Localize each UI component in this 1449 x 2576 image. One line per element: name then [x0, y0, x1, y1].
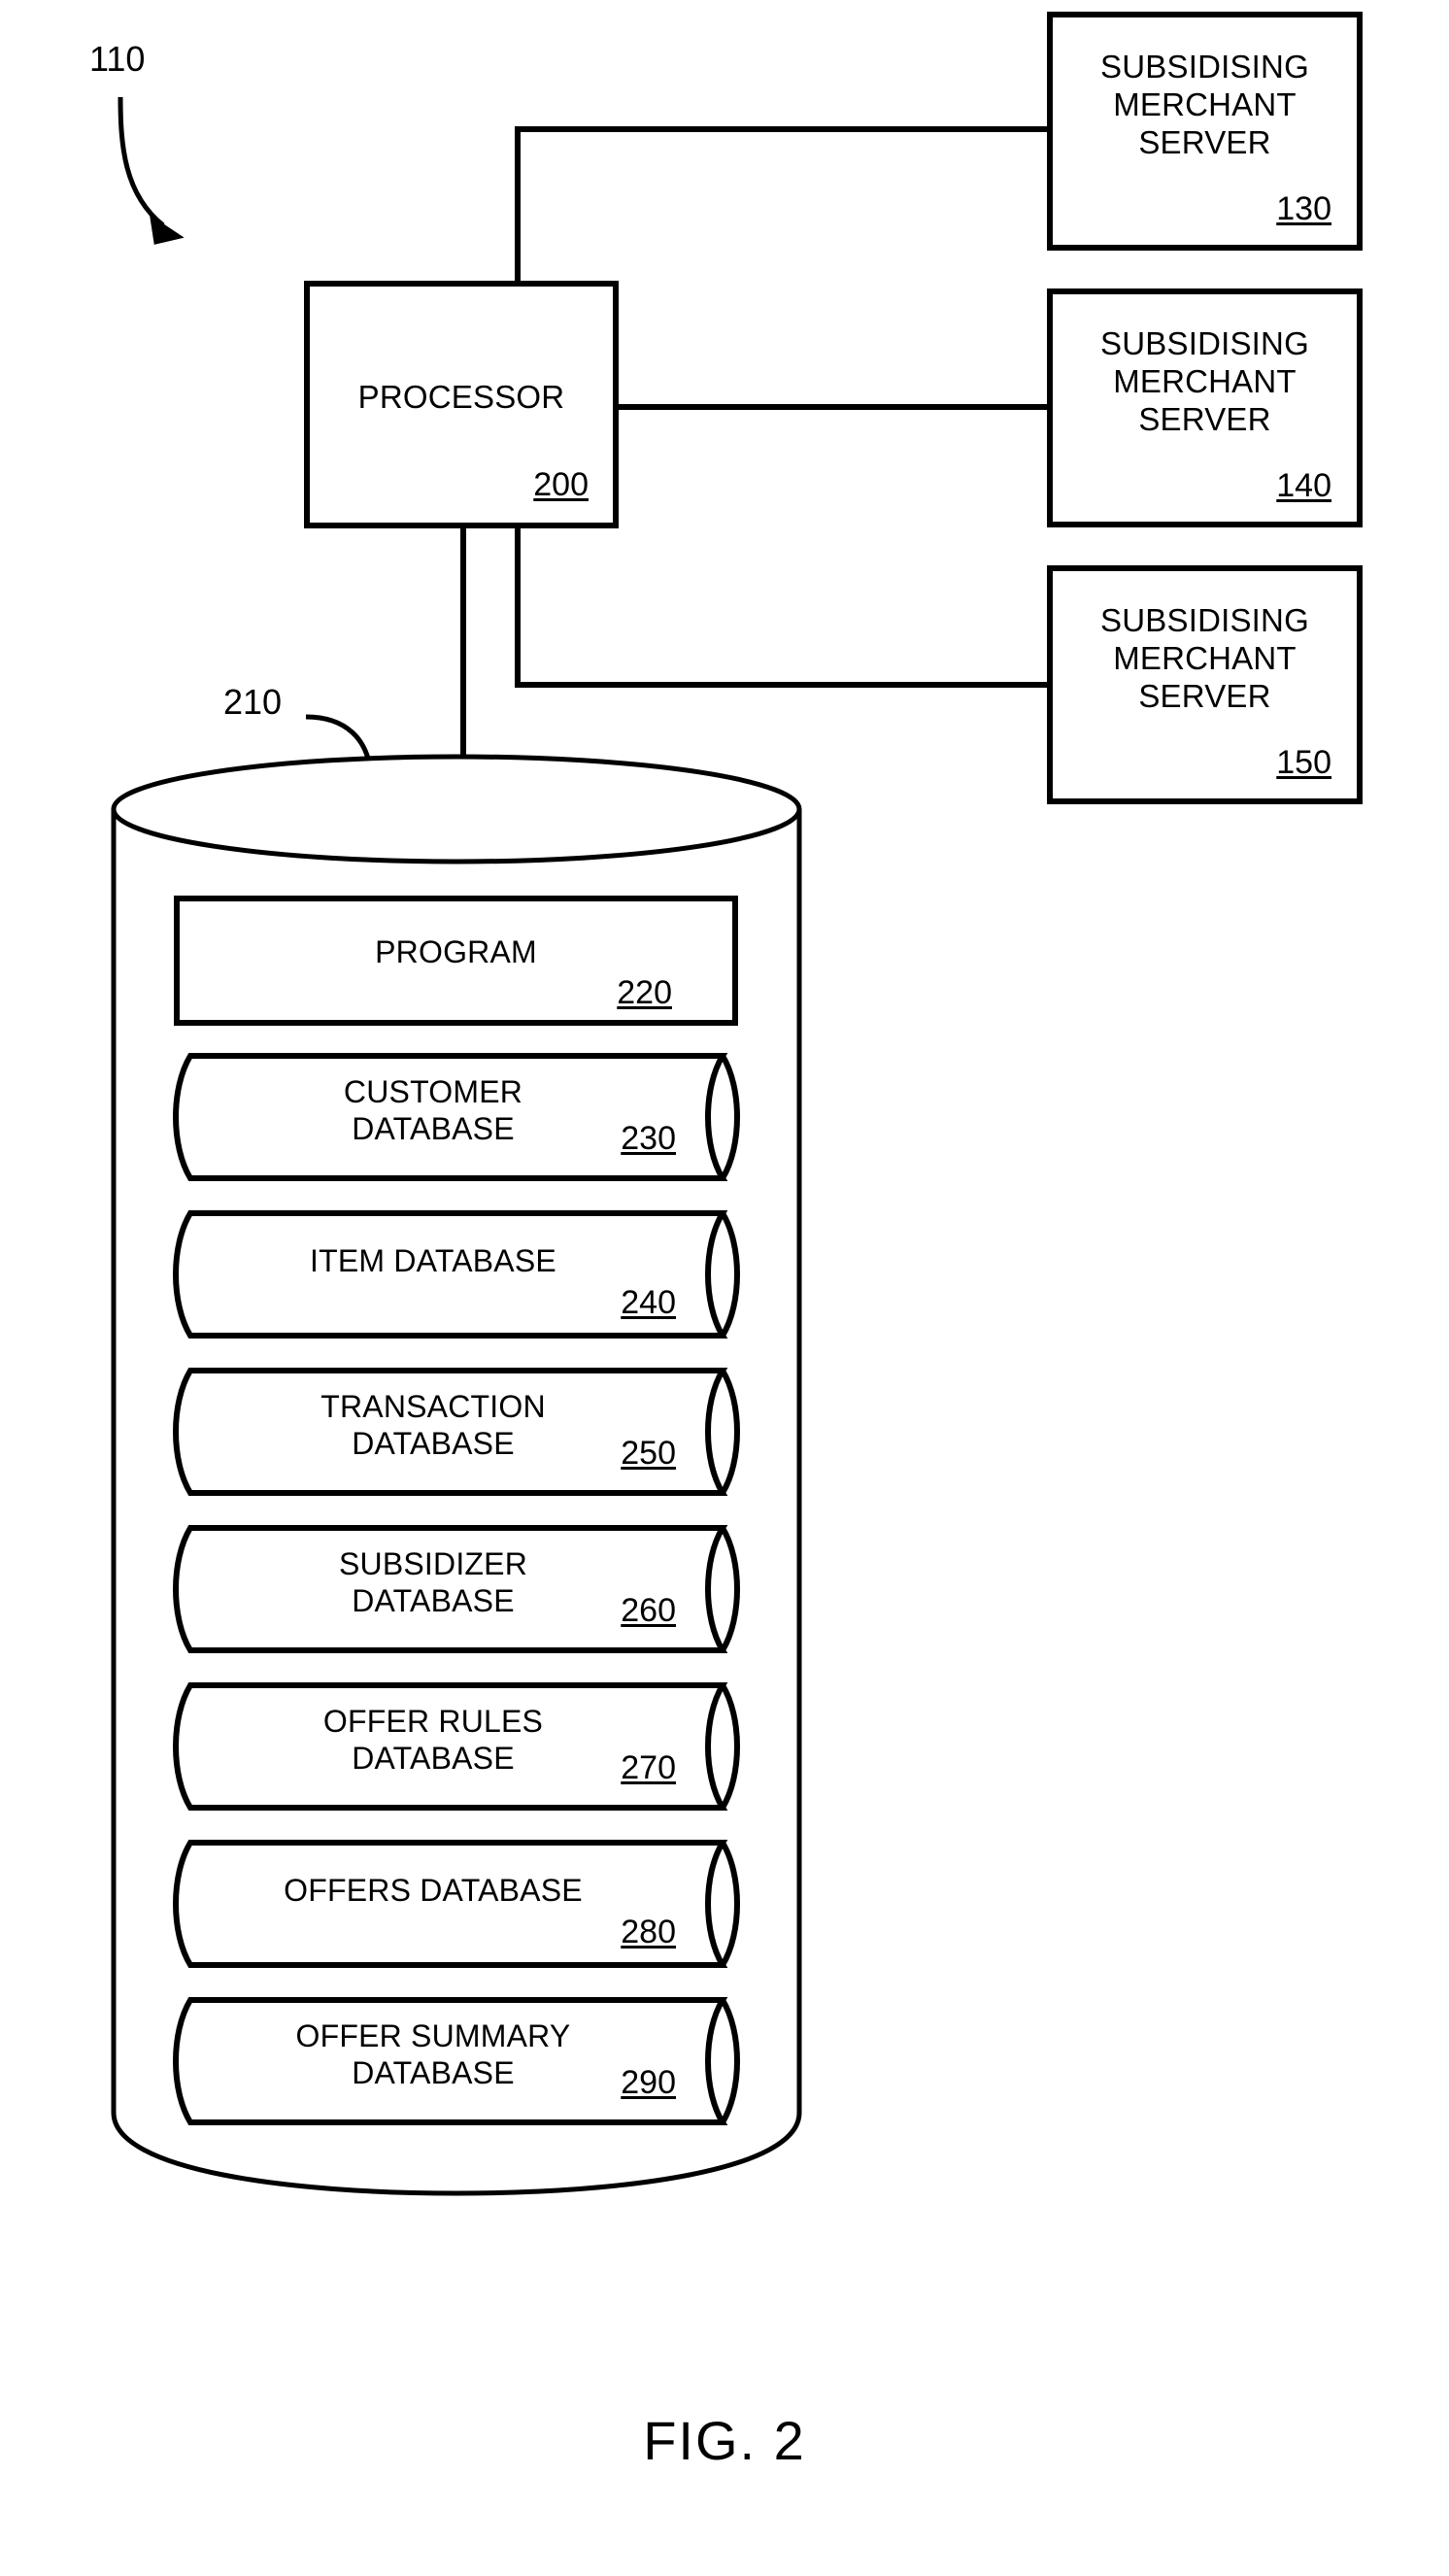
server-150-label: SUBSIDISING MERCHANT SERVER: [1100, 602, 1309, 714]
system-reference-numeral: 110: [89, 39, 146, 79]
database-260-reference-numeral: 260: [621, 1592, 676, 1629]
figure-caption: FIG. 2: [643, 2410, 806, 2471]
server-140-label: SUBSIDISING MERCHANT SERVER: [1100, 325, 1309, 437]
server-150-reference-numeral: 150: [1276, 744, 1331, 781]
server-140-reference-numeral: 140: [1276, 467, 1331, 504]
program-reference-numeral: 220: [617, 974, 672, 1011]
processor-reference-numeral: 200: [533, 466, 589, 503]
database-240-reference-numeral: 240: [621, 1284, 676, 1321]
database-230-reference-numeral: 230: [621, 1120, 676, 1157]
patent-figure-page: 110 210 PROCESSOR 200 SUBSIDISING MERCHA…: [0, 0, 1449, 2576]
system-lead-arrow: [118, 96, 185, 245]
server-130-label: SUBSIDISING MERCHANT SERVER: [1100, 49, 1309, 160]
database-240-label: ITEM DATABASE: [310, 1243, 556, 1278]
database-250-reference-numeral: 250: [621, 1435, 676, 1472]
datastore-reference-numeral: 210: [223, 682, 283, 722]
program-label: PROGRAM: [375, 934, 537, 969]
server-130-reference-numeral: 130: [1276, 190, 1331, 227]
database-270-reference-numeral: 270: [621, 1749, 676, 1786]
database-290-reference-numeral: 290: [621, 2064, 676, 2101]
connector-processor-server-130: [515, 126, 1050, 284]
database-280-label: OFFERS DATABASE: [284, 1873, 583, 1908]
database-280-reference-numeral: 280: [621, 1914, 676, 1950]
connector-processor-server-150: [515, 525, 1050, 688]
processor-label: PROCESSOR: [357, 379, 565, 415]
